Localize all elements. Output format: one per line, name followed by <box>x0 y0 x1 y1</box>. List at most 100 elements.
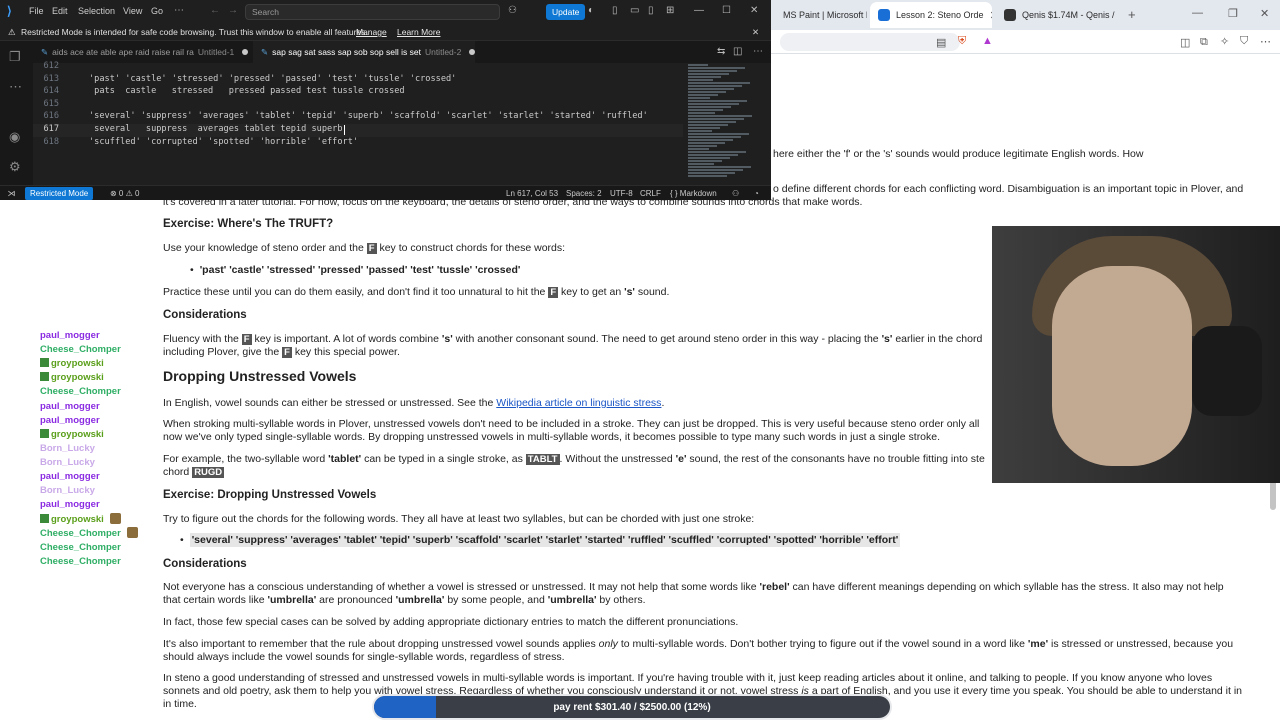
steno-key: F <box>548 287 559 298</box>
article-line: o define different chords for each confl… <box>773 183 1244 195</box>
language-mode[interactable]: { } Markdown <box>670 186 717 201</box>
menu-go[interactable]: Go <box>151 6 163 16</box>
article-line: here either the 'f' or the 's' sounds wo… <box>773 148 1144 160</box>
considerations2-p4: In steno a good understanding of stresse… <box>163 672 1213 684</box>
chat-message: Born_Lucky <box>40 457 95 468</box>
chat-username: groypowski <box>51 372 104 384</box>
browser-tab-qenis[interactable]: Qenis $1.74M - Qenis / S ✕ <box>996 2 1116 28</box>
code-line[interactable]: 614 pats castle stressed pressed passed … <box>33 86 683 99</box>
update-button[interactable]: Update <box>546 4 586 20</box>
problems-indicator[interactable]: ⊗ 0 ⚠ 0 <box>110 186 139 201</box>
steno-key: F <box>282 347 292 358</box>
manage-link[interactable]: Manage <box>356 24 387 41</box>
file-icon: ✎ <box>261 47 269 57</box>
chat-message: groypowski <box>40 372 104 383</box>
extensions-icon[interactable]: ✧ <box>1220 35 1229 48</box>
file-icon: ✎ <box>41 47 49 57</box>
browser-tab-lesson[interactable]: Lesson 2: Steno Orde ✕ <box>870 2 992 28</box>
menu-view[interactable]: View <box>123 6 142 16</box>
copilot-icon[interactable]: ⚇ <box>508 5 517 16</box>
layout-secondary-icon[interactable]: ▯ <box>648 5 654 16</box>
notifications-icon[interactable]: ◔ <box>754 186 759 201</box>
forward-arrow-icon[interactable]: → <box>228 5 238 16</box>
more-actions-icon[interactable]: ⋯ <box>753 46 763 57</box>
line-number: 613 <box>43 73 59 84</box>
copilot-status-icon[interactable]: ⚇ <box>732 186 739 201</box>
menu-selection[interactable]: Selection <box>78 6 115 16</box>
minimize-icon[interactable]: — <box>694 5 704 16</box>
chat-username: paul_mogger <box>40 400 100 412</box>
code-line[interactable]: 616 'several' 'suppress' 'averages' 'tabl… <box>33 111 683 124</box>
chat-message: Cheese_Chomper <box>40 527 138 539</box>
chat-message: paul_mogger <box>40 415 100 426</box>
sidebar-icon[interactable]: ◫ <box>1180 36 1190 49</box>
open-changes-icon[interactable]: ⇆ <box>717 46 725 57</box>
browser-tab-paint[interactable]: MS Paint | Microsoft Paint <box>775 2 867 28</box>
account-icon[interactable]: ◉ <box>9 129 20 145</box>
cursor-position[interactable]: Ln 617, Col 53 <box>506 186 558 201</box>
unsaved-dot-icon <box>242 49 249 55</box>
banner-message: Restricted Mode is intended for safe cod… <box>21 27 368 37</box>
code-line[interactable]: 617 several suppress averages tablet tep… <box>33 124 683 137</box>
more-views-icon[interactable]: ⋯ <box>9 79 22 95</box>
address-bar[interactable] <box>780 33 960 51</box>
minimap[interactable] <box>688 63 758 185</box>
layout-panel-icon[interactable]: ▭ <box>630 5 639 16</box>
code-line[interactable]: 612 <box>33 61 683 74</box>
explorer-icon[interactable]: ❐ <box>9 49 21 65</box>
split-editor-icon[interactable]: ◫ <box>733 46 742 57</box>
wikipedia-link[interactable]: Wikipedia article on linguistic stress <box>496 397 661 409</box>
new-tab-icon[interactable]: + <box>1128 7 1136 22</box>
code-editor[interactable]: 618 'scuffled' 'corrupted' 'spotted' 'hor… <box>33 61 771 185</box>
emote-icon <box>126 527 138 539</box>
more-menu-icon[interactable]: ⋯ <box>174 5 184 16</box>
indentation[interactable]: Spaces: 2 <box>566 186 602 201</box>
chat-message: Born_Lucky <box>40 485 95 496</box>
editor-scrollbar[interactable] <box>760 63 771 185</box>
close-window-icon[interactable]: ✕ <box>1260 7 1269 20</box>
considerations2-p2: In fact, those few special cases can be … <box>163 616 739 628</box>
donation-goal-label: pay rent $301.40 / $2500.00 (12%) <box>553 701 711 713</box>
chat-message: Born_Lucky <box>40 443 95 454</box>
triangle-icon[interactable]: ▲ <box>982 35 993 47</box>
code-line[interactable]: 615 <box>33 99 683 112</box>
line-number: 618 <box>43 136 59 147</box>
command-center-search[interactable]: Search <box>245 4 500 20</box>
back-arrow-icon[interactable]: ← <box>210 5 220 16</box>
maximize-icon[interactable]: ☐ <box>722 5 731 16</box>
headphones-icon <box>1192 326 1262 416</box>
chat-username: paul_mogger <box>40 471 100 482</box>
tab-untitled-1[interactable]: ✎ aids ace ate able ape raid raise rail r… <box>33 41 253 63</box>
restore-icon[interactable]: ❐ <box>1228 7 1238 20</box>
guard-icon[interactable]: ⛉ <box>1240 35 1248 48</box>
steno-key: TABLT <box>525 454 560 465</box>
code-line[interactable]: 613 'past' 'castle' 'stressed' 'pressed' … <box>33 74 683 87</box>
menu-file[interactable]: File <box>29 6 44 16</box>
layout-customize-icon[interactable]: ⊞ <box>666 5 674 16</box>
shield-icon[interactable]: ⛨ <box>958 35 966 48</box>
minimize-icon[interactable]: — <box>1192 7 1203 19</box>
split-icon[interactable]: ⧉ <box>1200 36 1208 49</box>
restricted-mode-badge[interactable]: Restricted Mode <box>25 187 94 200</box>
manage-gear-icon[interactable]: ⚙ <box>9 159 21 175</box>
chat-message: Cheese_Chomper <box>40 344 121 355</box>
line-ending[interactable]: CRLF <box>640 186 661 201</box>
code-line[interactable]: 618 'scuffled' 'corrupted' 'spotted' 'hor… <box>33 137 683 150</box>
menu-edit[interactable]: Edit <box>52 6 68 16</box>
steno-key: F <box>241 334 252 345</box>
reader-icon[interactable]: ▤ <box>936 36 946 49</box>
considerations2-p3-line2: should always include the vowel sounds f… <box>163 651 565 663</box>
close-banner-icon[interactable]: ✕ <box>752 24 759 41</box>
learn-more-link[interactable]: Learn More <box>397 24 440 41</box>
close-tab-icon[interactable]: ✕ <box>990 9 992 22</box>
menu-icon[interactable]: ⋯ <box>1260 35 1271 48</box>
line-number: 614 <box>43 86 59 97</box>
chat-message: paul_mogger <box>40 499 100 510</box>
encoding[interactable]: UTF-8 <box>610 186 633 201</box>
activity-bar: ❐ ⋯ ◉ ⚙ <box>0 41 33 185</box>
remote-icon[interactable]: ⋊ <box>0 186 23 201</box>
layout-primary-icon[interactable]: ▯ <box>612 5 618 16</box>
close-window-icon[interactable]: ✕ <box>750 5 758 16</box>
accounts-icon[interactable]: ◐ <box>588 5 594 16</box>
tab-untitled-2[interactable]: ✎ sap sag sat sass sap sob sop sell is se… <box>253 41 475 63</box>
